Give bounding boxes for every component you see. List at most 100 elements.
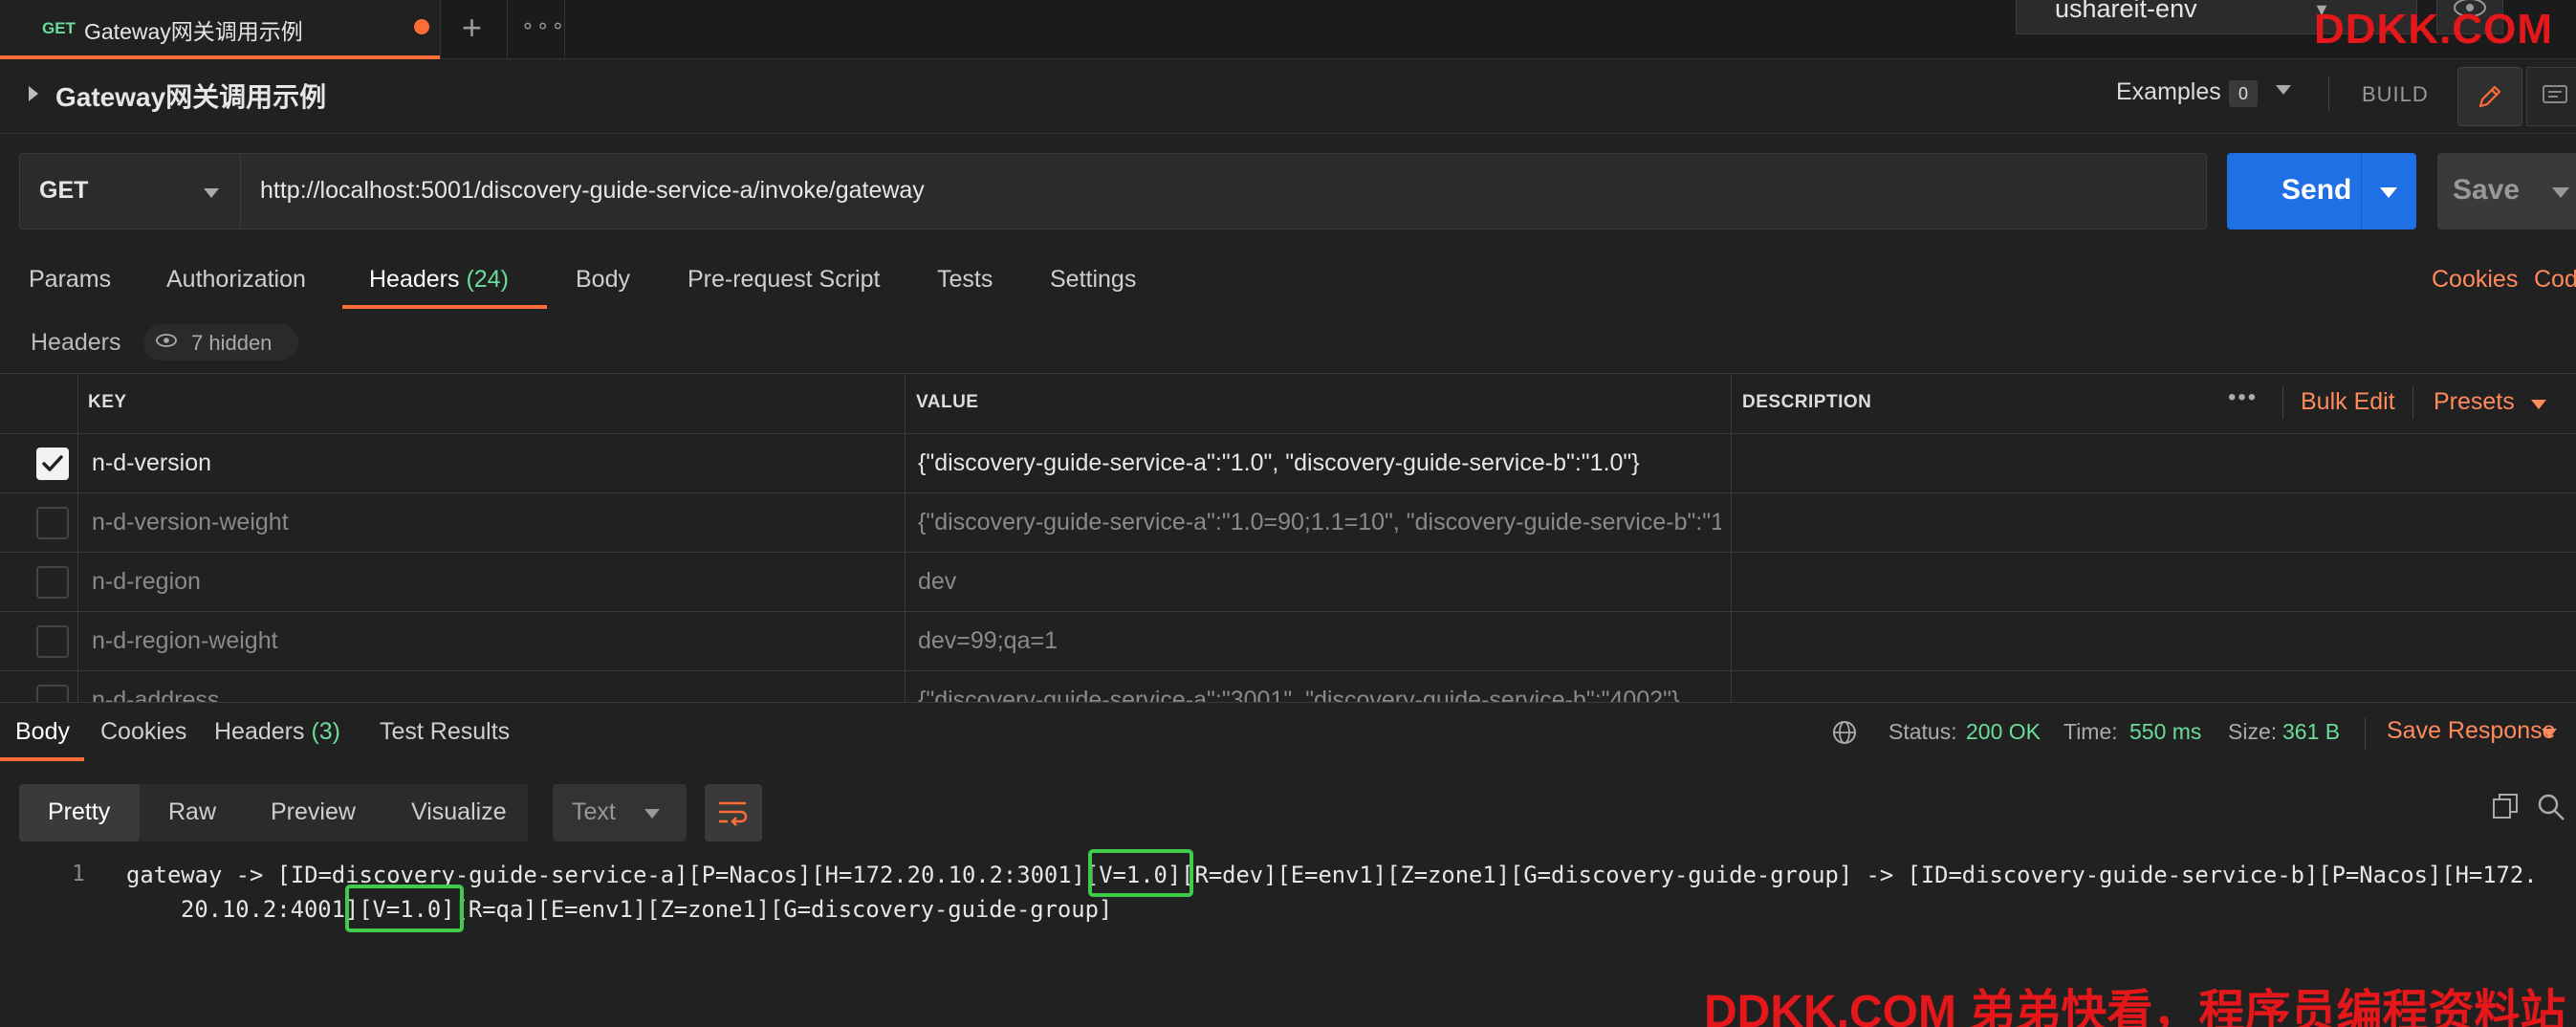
tab-settings[interactable]: Settings bbox=[1050, 266, 1136, 294]
format-visualize-button[interactable]: Visualize bbox=[411, 798, 507, 826]
tab-divider bbox=[440, 0, 441, 59]
eye-icon bbox=[156, 334, 177, 347]
headers-section-label: Headers bbox=[31, 329, 121, 356]
header-value[interactable]: dev=99;qa=1 bbox=[918, 627, 1721, 655]
caret-right-icon[interactable] bbox=[29, 86, 38, 101]
more-tabs-icon[interactable]: ∘∘∘ bbox=[521, 13, 566, 38]
send-label: Send bbox=[2281, 174, 2352, 206]
tab-headers-label: Headers bbox=[369, 266, 460, 293]
column-header-description: DESCRIPTION bbox=[1742, 392, 1872, 412]
version-highlight-box bbox=[345, 885, 464, 932]
environment-name: ushareit-env bbox=[2055, 0, 2197, 23]
line-number: 1 bbox=[72, 862, 85, 886]
request-name[interactable]: Gateway网关调用示例 bbox=[55, 76, 326, 115]
column-header-value: VALUE bbox=[916, 392, 979, 412]
send-button[interactable]: Send bbox=[2227, 153, 2416, 229]
response-headers-count: (3) bbox=[311, 718, 341, 745]
response-line-1[interactable]: gateway -> [ID=discovery-guide-service-a… bbox=[126, 862, 2538, 888]
header-key[interactable]: n-d-version-weight bbox=[92, 509, 289, 536]
response-headers-label: Headers bbox=[214, 718, 305, 745]
method-value: GET bbox=[39, 177, 89, 204]
presets-button[interactable]: Presets bbox=[2434, 388, 2515, 416]
language-value: Text bbox=[572, 798, 616, 825]
watermark-bottom: DDKK.COM 弟弟快看，程序员编程资料站 bbox=[1704, 987, 2566, 1027]
active-tab-indicator bbox=[0, 757, 84, 761]
more-options-icon[interactable]: ••• bbox=[2228, 384, 2258, 411]
row-checkbox[interactable] bbox=[36, 448, 69, 480]
save-button[interactable]: Save bbox=[2437, 153, 2576, 229]
response-tab-headers[interactable]: Headers (3) bbox=[214, 718, 340, 746]
save-label: Save bbox=[2453, 174, 2521, 206]
comment-icon bbox=[2543, 85, 2567, 103]
divider bbox=[2328, 76, 2329, 111]
add-tab-plus-icon[interactable]: + bbox=[462, 8, 482, 48]
bulk-edit-button[interactable]: Bulk Edit bbox=[2301, 388, 2395, 416]
version-highlight-box bbox=[1088, 849, 1193, 897]
row-checkbox[interactable] bbox=[36, 625, 69, 658]
build-mode-label[interactable]: BUILD bbox=[2362, 82, 2429, 107]
tab-params[interactable]: Params bbox=[29, 266, 111, 294]
header-value[interactable]: {"discovery-guide-service-a":"1.0", "dis… bbox=[918, 449, 1721, 477]
tab-authorization[interactable]: Authorization bbox=[166, 266, 306, 294]
row-checkbox[interactable] bbox=[36, 566, 69, 599]
response-line-2[interactable]: 20.10.2:4001][V=1.0][R=qa][E=env1][Z=zon… bbox=[181, 896, 1112, 923]
tab-divider bbox=[507, 0, 508, 59]
method-select[interactable]: GET bbox=[19, 153, 241, 229]
table-header-row bbox=[0, 373, 2576, 434]
examples-label[interactable]: Examples bbox=[2116, 78, 2221, 106]
response-tab-test-results[interactable]: Test Results bbox=[380, 718, 510, 746]
time-value[interactable]: 550 ms bbox=[2129, 719, 2201, 745]
send-options-chevron-down-icon[interactable] bbox=[2380, 187, 2397, 198]
response-tab-body[interactable]: Body bbox=[15, 718, 70, 746]
row-checkbox[interactable] bbox=[36, 507, 69, 539]
edit-button[interactable] bbox=[2457, 67, 2522, 126]
size-value[interactable]: 361 B bbox=[2282, 719, 2340, 745]
request-tab[interactable]: GET Gateway网关调用示例 bbox=[0, 0, 440, 59]
tab-body[interactable]: Body bbox=[576, 266, 630, 294]
divider bbox=[2365, 717, 2366, 750]
size-label: Size: bbox=[2228, 719, 2278, 744]
hidden-headers-toggle[interactable]: 7 hidden bbox=[143, 324, 298, 361]
language-select[interactable]: Text bbox=[553, 784, 687, 841]
globe-icon[interactable] bbox=[1831, 719, 1858, 746]
examples-chevron-down-icon[interactable] bbox=[2276, 85, 2291, 95]
divider bbox=[2282, 386, 2283, 419]
format-preview-button[interactable]: Preview bbox=[271, 798, 356, 826]
tab-headers-count: (24) bbox=[466, 266, 509, 293]
chevron-down-icon bbox=[644, 809, 660, 819]
search-icon[interactable] bbox=[2536, 792, 2566, 822]
header-value[interactable]: dev bbox=[918, 568, 1721, 596]
status-label: Status: bbox=[1888, 719, 1957, 744]
format-raw-button[interactable]: Raw bbox=[168, 798, 216, 826]
wrap-lines-button[interactable] bbox=[705, 784, 762, 841]
unsaved-dot-icon bbox=[414, 19, 429, 34]
wrap-lines-icon bbox=[719, 801, 748, 826]
header-value[interactable]: {"discovery-guide-service-a":"1.0=90;1.1… bbox=[918, 509, 1721, 536]
save-response-button[interactable]: Save Response bbox=[2387, 717, 2556, 745]
watermark-top: DDKK.COM bbox=[2314, 6, 2553, 53]
tab-method: GET bbox=[42, 19, 76, 37]
response-tab-cookies[interactable]: Cookies bbox=[100, 718, 186, 746]
header-key[interactable]: n-d-region-weight bbox=[92, 627, 278, 655]
time-label: Time: bbox=[2063, 719, 2118, 744]
divider bbox=[2361, 153, 2362, 229]
url-input[interactable]: http://localhost:5001/discovery-guide-se… bbox=[241, 153, 2207, 229]
comments-button[interactable] bbox=[2526, 67, 2576, 126]
copy-icon[interactable] bbox=[2491, 792, 2520, 820]
save-response-chevron-down-icon[interactable] bbox=[2542, 729, 2557, 738]
header-key[interactable]: n-d-region bbox=[92, 568, 201, 596]
tab-divider bbox=[564, 0, 565, 59]
status-value[interactable]: 200 OK bbox=[1966, 719, 2041, 745]
tab-tests[interactable]: Tests bbox=[937, 266, 993, 294]
check-icon bbox=[42, 455, 63, 471]
url-value: http://localhost:5001/discovery-guide-se… bbox=[260, 177, 925, 204]
tab-pre-request-script[interactable]: Pre-request Script bbox=[688, 266, 880, 294]
presets-chevron-down-icon[interactable] bbox=[2531, 400, 2546, 409]
code-link[interactable]: Cod bbox=[2534, 266, 2576, 294]
format-pretty-label[interactable]: Pretty bbox=[48, 798, 110, 826]
header-key[interactable]: n-d-version bbox=[92, 449, 211, 477]
tab-headers[interactable]: Headers (24) bbox=[369, 266, 509, 294]
cookies-link[interactable]: Cookies bbox=[2432, 266, 2518, 294]
chevron-down-icon bbox=[204, 188, 219, 198]
save-options-chevron-down-icon[interactable] bbox=[2552, 187, 2569, 198]
